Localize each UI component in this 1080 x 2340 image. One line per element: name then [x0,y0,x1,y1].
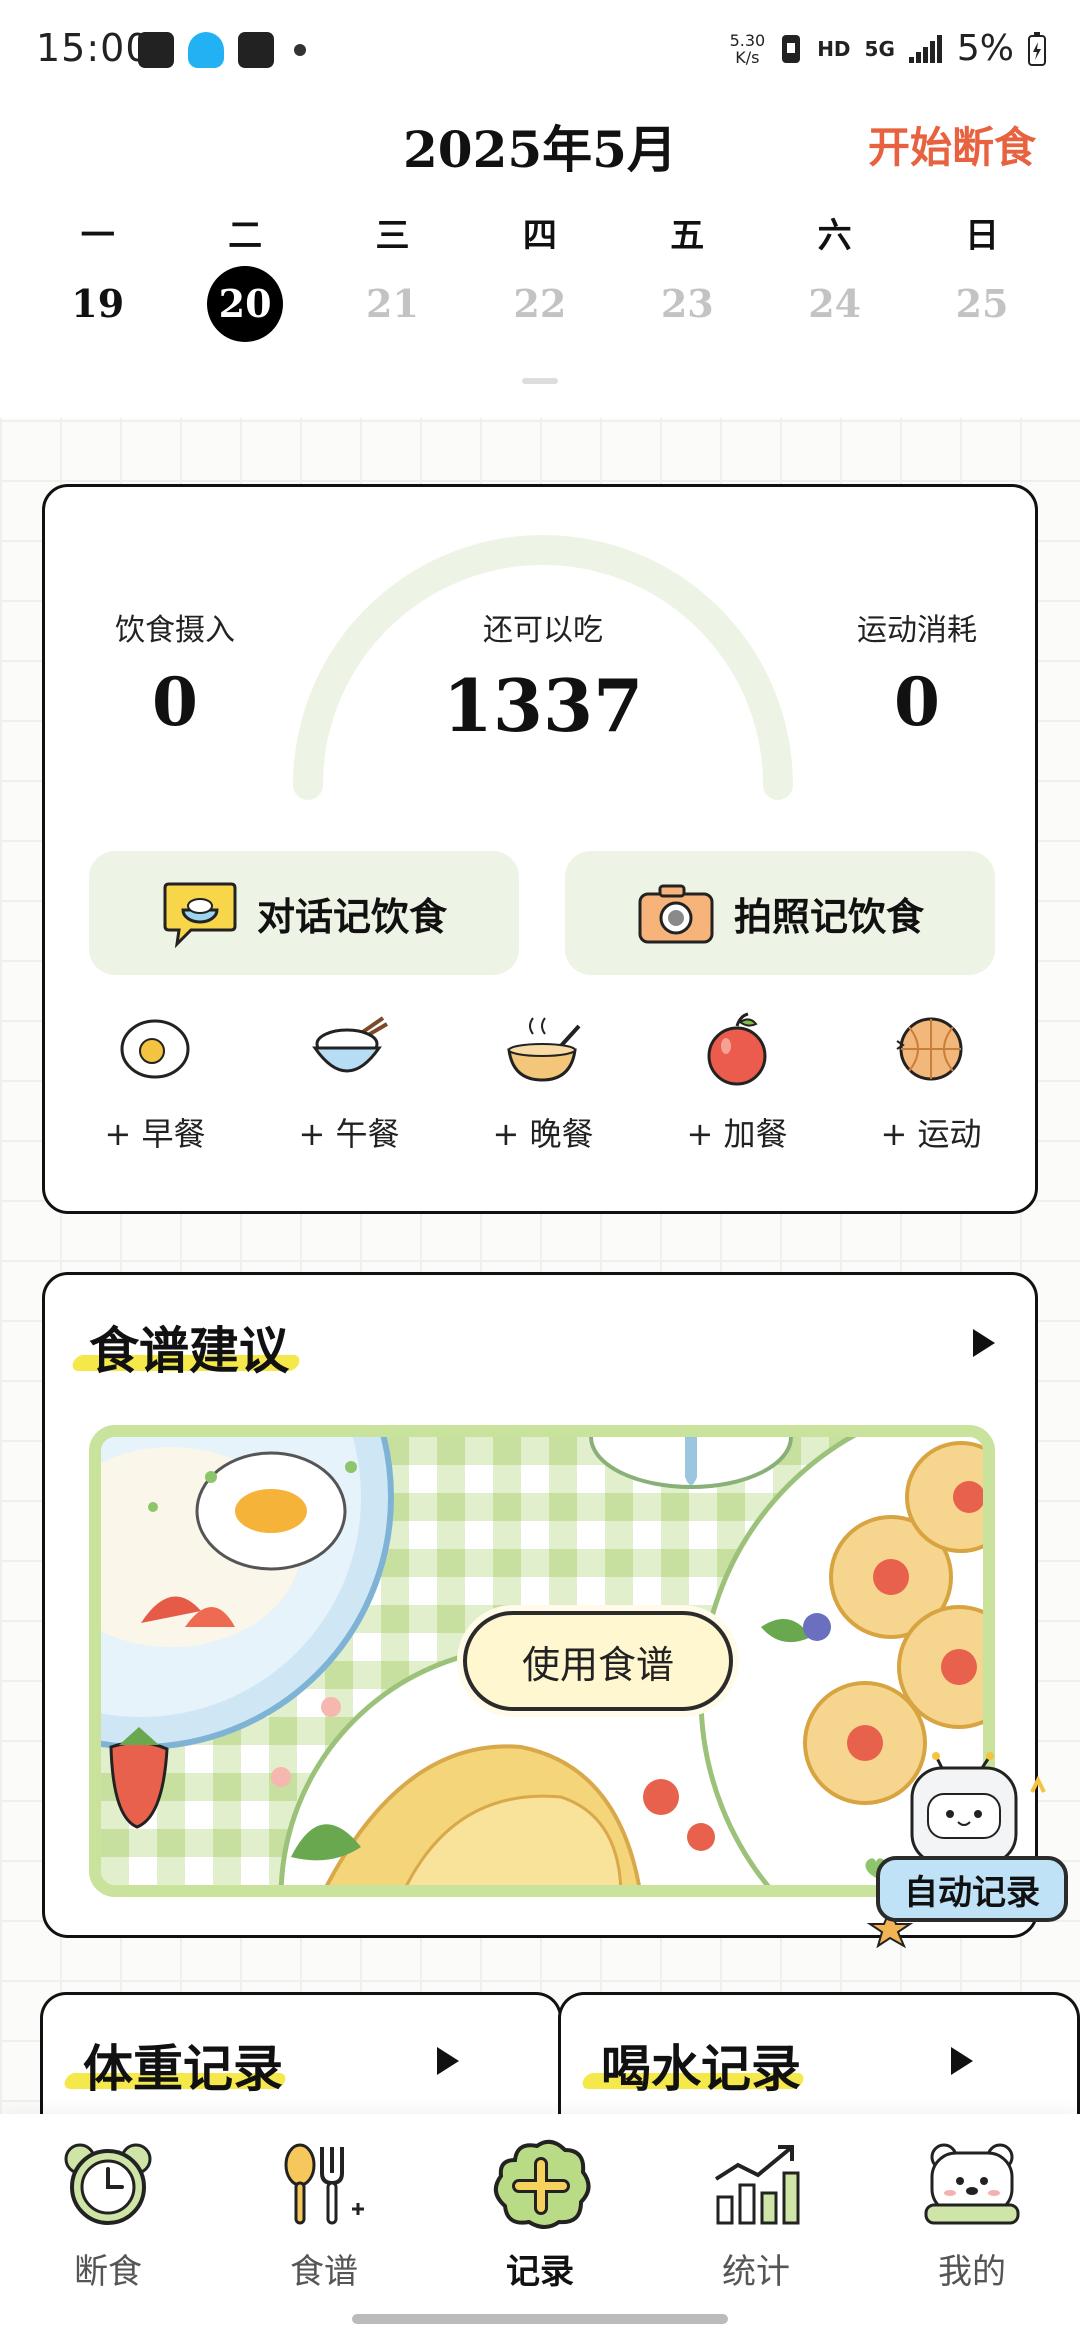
add-lunch-button[interactable]: + 午餐 [269,1007,429,1155]
drag-handle[interactable] [522,378,558,384]
home-indicator[interactable] [352,2314,728,2324]
weight-record-title: 体重记录 [83,2039,283,2098]
water-arrow-icon[interactable] [951,2047,973,2075]
add-dinner-button[interactable]: + 晚餐 [463,1007,623,1155]
water-record-title: 喝水记录 [601,2039,801,2098]
nav-label: 断食 [74,2252,142,2292]
meal-label: + 加餐 [686,1115,788,1153]
add-breakfast-button[interactable]: + 早餐 [75,1007,235,1155]
basketball-icon [896,1017,963,1081]
remaining-stat: 还可以吃 1337 [383,605,703,748]
status-bar: 15:00 5.30 K/s HD 5G 5% [0,0,1080,100]
weekday-label: 六 [817,216,852,256]
date-cell[interactable]: 19 [24,266,171,342]
signal-icon [908,34,942,63]
status-right-icons: 5.30 K/s HD 5G 5% [730,28,1046,69]
start-fasting-button[interactable]: 开始断食 [868,114,1036,175]
nav-item-recipes[interactable]: 食谱 [216,2134,432,2293]
chart-icon [714,2145,800,2225]
notification-dot-icon [294,44,306,56]
date-cell[interactable]: 24 [761,266,908,342]
auto-record-label: 自动记录 [876,1856,1068,1922]
weekday-label: 日 [965,216,1000,256]
add-exercise-button[interactable]: + 运动 [851,1007,1011,1155]
battery-icon [1028,31,1046,66]
intake-label: 饮食摄入 [115,613,235,648]
task-icon [238,32,274,68]
nav-item-profile[interactable]: 我的 [864,2134,1080,2293]
remaining-value: 1337 [442,663,644,748]
weekday-row: 一 二 三 四 五 六 日 [24,208,1056,257]
recipe-arrow-icon[interactable] [973,1329,995,1357]
date-cell-selected[interactable]: 20 [171,266,318,342]
recipe-banner[interactable]: 使用食谱 [89,1425,995,1897]
spoon-fork-icon [284,2143,364,2225]
weekday-label: 二 [228,216,263,256]
calorie-card: 饮食摄入 0 还可以吃 1337 运动消耗 0 对话记饮食 拍照记饮食 + 早餐… [42,484,1038,1214]
weekday-label: 五 [670,216,705,256]
bear-icon [924,2143,1020,2225]
meal-label: + 晚餐 [492,1115,594,1153]
meal-label: + 午餐 [298,1115,400,1153]
calendar-header: 2025年5月 开始断食 一 二 三 四 五 六 日 19 20 21 22 2… [0,100,1080,418]
gallery-icon [138,32,174,68]
use-recipe-button[interactable]: 使用食谱 [463,1611,733,1711]
soup-bowl-icon [507,1017,581,1082]
recipe-title: 食谱建议 [89,1321,289,1380]
qq-icon [188,32,224,68]
nav-label: 记录 [506,2252,574,2292]
weekday-label: 四 [522,216,557,256]
burned-label: 运动消耗 [857,613,977,648]
nfc-icon [782,34,801,63]
add-snack-button[interactable]: + 加餐 [657,1007,817,1155]
battery-text: 5% [956,28,1014,69]
camera-icon [638,884,714,944]
intake-stat: 饮食摄入 0 [85,605,265,741]
burned-value: 0 [894,663,940,741]
chat-bubble-icon [163,882,237,948]
date-cell[interactable]: 23 [614,266,761,342]
selected-date: 20 [207,266,284,342]
meal-shortcuts: + 早餐 + 午餐 + 晚餐 + 加餐 + 运动 [75,1007,1011,1155]
nav-label: 我的 [938,2252,1006,2292]
nav-item-stats[interactable]: 统计 [648,2134,864,2293]
weight-arrow-icon[interactable] [437,2047,459,2075]
nav-item-record[interactable]: 记录 [432,2134,648,2293]
meal-label: + 运动 [880,1115,982,1153]
photo-log-label: 拍照记饮食 [733,894,924,939]
add-record-icon [493,2139,591,2229]
net-speed: 5.30 K/s [729,30,766,67]
burned-stat: 运动消耗 0 [817,605,1017,741]
photo-log-button[interactable]: 拍照记饮食 [565,851,995,975]
date-cell[interactable]: 21 [319,266,466,342]
egg-icon [120,1019,190,1079]
date-cell[interactable]: 22 [466,266,613,342]
status-left-icons [138,32,306,68]
date-cell[interactable]: 25 [908,266,1055,342]
remaining-label: 还可以吃 [483,613,603,648]
nav-label: 统计 [722,2252,790,2292]
weekday-label: 一 [80,216,115,256]
weekday-label: 三 [375,216,410,256]
chat-log-button[interactable]: 对话记饮食 [89,851,519,975]
status-time: 15:00 [36,26,151,70]
bottom-nav: 断食 食谱 记录 统计 我的 [0,2114,1080,2340]
nav-item-fasting[interactable]: 断食 [0,2134,216,2293]
auto-record-button[interactable]: 自动记录 [862,1752,1074,1948]
chat-log-label: 对话记饮食 [256,894,447,939]
network-label: 5G [864,36,895,61]
rice-bowl-icon [312,1016,389,1073]
log-buttons: 对话记饮食 拍照记饮食 [89,851,995,975]
alarm-clock-icon [64,2143,152,2225]
intake-value: 0 [152,663,198,741]
meal-label: + 早餐 [104,1115,206,1153]
date-row: 19 20 21 22 23 24 25 [24,266,1056,342]
apple-icon [707,1012,767,1086]
nav-label: 食谱 [290,2252,358,2292]
hd-label: HD [817,36,851,61]
